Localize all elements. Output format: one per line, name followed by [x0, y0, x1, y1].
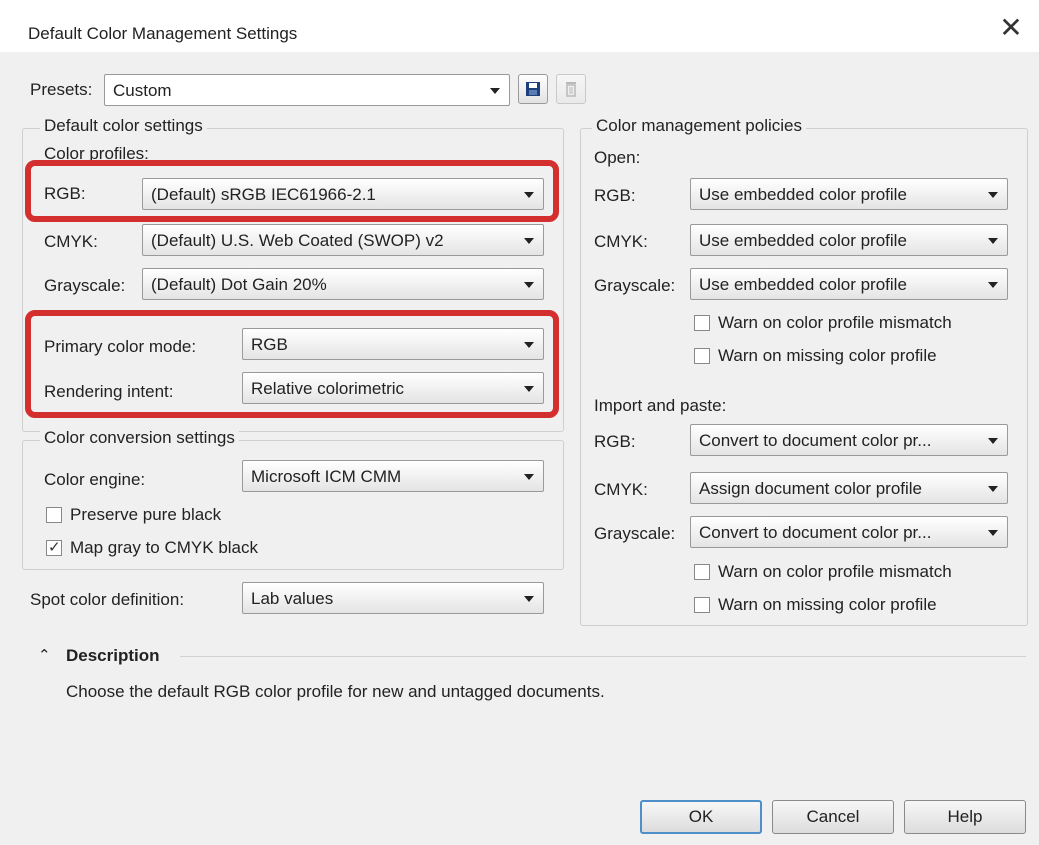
open-warn-missing-checkbox[interactable] [694, 348, 710, 364]
open-rgb-dropdown[interactable]: Use embedded color profile [690, 178, 1008, 210]
description-collapse-icon[interactable]: ⌃ [38, 646, 51, 664]
map-gray-checkbox[interactable]: ✓ [46, 539, 62, 556]
import-heading: Import and paste: [594, 396, 727, 415]
import-cmyk-label: CMYK: [594, 480, 648, 499]
chevron-down-icon [988, 438, 998, 444]
description-heading: Description [66, 646, 160, 665]
window-title: Default Color Management Settings [28, 24, 298, 43]
open-warn-mismatch-checkbox[interactable] [694, 315, 710, 331]
preserve-pure-black-label: Preserve pure black [70, 505, 222, 524]
open-cmyk-value: Use embedded color profile [699, 231, 907, 250]
ok-button[interactable]: OK [640, 800, 762, 834]
cmyk-profile-dropdown[interactable]: (Default) U.S. Web Coated (SWOP) v2 [142, 224, 544, 256]
spot-color-value: Lab values [251, 589, 334, 608]
open-cmyk-dropdown[interactable]: Use embedded color profile [690, 224, 1008, 256]
open-rgb-label: RGB: [594, 186, 636, 205]
trash-icon [566, 82, 576, 97]
presets-value: Custom [113, 81, 172, 100]
spot-color-dropdown[interactable]: Lab values [242, 582, 544, 614]
import-warn-missing-label: Warn on missing color profile [718, 595, 937, 614]
import-cmyk-value: Assign document color profile [699, 479, 923, 498]
map-gray-label: Map gray to CMYK black [70, 538, 259, 557]
import-grayscale-value: Convert to document color pr... [699, 523, 932, 542]
import-rgb-dropdown[interactable]: Convert to document color pr... [690, 424, 1008, 456]
presets-dropdown[interactable]: Custom [104, 74, 510, 106]
open-grayscale-label: Grayscale: [594, 276, 676, 295]
cancel-button[interactable]: Cancel [772, 800, 894, 834]
open-warn-mismatch-label: Warn on color profile mismatch [718, 313, 952, 332]
open-grayscale-dropdown[interactable]: Use embedded color profile [690, 268, 1008, 300]
open-heading: Open: [594, 148, 641, 167]
open-rgb-value: Use embedded color profile [699, 185, 907, 204]
import-rgb-label: RGB: [594, 432, 636, 451]
save-icon [526, 82, 540, 96]
chevron-down-icon [988, 238, 998, 244]
import-warn-missing-checkbox[interactable] [694, 597, 710, 613]
color-conversion-legend: Color conversion settings [40, 428, 239, 448]
chevron-down-icon [524, 282, 534, 288]
chevron-down-icon [524, 238, 534, 244]
rgb-highlight-box [25, 160, 559, 222]
grayscale-profile-dropdown[interactable]: (Default) Dot Gain 20% [142, 268, 544, 300]
help-button[interactable]: Help [904, 800, 1026, 834]
import-cmyk-dropdown[interactable]: Assign document color profile [690, 472, 1008, 504]
chevron-down-icon [988, 486, 998, 492]
policies-legend: Color management policies [592, 116, 806, 136]
close-icon[interactable]: ✕ [997, 14, 1025, 42]
description-separator [180, 656, 1026, 657]
import-warn-mismatch-label: Warn on color profile mismatch [718, 562, 952, 581]
grayscale-profile-label: Grayscale: [44, 276, 126, 295]
cmyk-profile-value: (Default) U.S. Web Coated (SWOP) v2 [151, 231, 444, 250]
import-warn-mismatch-checkbox[interactable] [694, 564, 710, 580]
open-grayscale-value: Use embedded color profile [699, 275, 907, 294]
chevron-down-icon [988, 282, 998, 288]
grayscale-profile-value: (Default) Dot Gain 20% [151, 275, 327, 294]
import-grayscale-dropdown[interactable]: Convert to document color pr... [690, 516, 1008, 548]
color-engine-label: Color engine: [44, 470, 146, 489]
chevron-down-icon [524, 474, 534, 480]
import-rgb-value: Convert to document color pr... [699, 431, 932, 450]
import-grayscale-label: Grayscale: [594, 524, 676, 543]
color-engine-dropdown[interactable]: Microsoft ICM CMM [242, 460, 544, 492]
chevron-down-icon [490, 88, 500, 94]
open-warn-missing-label: Warn on missing color profile [718, 346, 937, 365]
mode-intent-highlight-box [25, 310, 559, 418]
default-color-settings-legend: Default color settings [40, 116, 207, 136]
cmyk-profile-label: CMYK: [44, 232, 98, 251]
preserve-pure-black-checkbox[interactable] [46, 507, 62, 523]
title-bar: Default Color Management Settings ✕ [0, 0, 1039, 52]
open-cmyk-label: CMYK: [594, 232, 648, 251]
delete-preset-button[interactable] [556, 74, 586, 104]
description-text: Choose the default RGB color profile for… [66, 682, 605, 701]
save-preset-button[interactable] [518, 74, 548, 104]
spot-color-label: Spot color definition: [30, 590, 185, 609]
color-management-dialog: Default Color Management Settings ✕ Pres… [0, 0, 1039, 845]
chevron-down-icon [988, 530, 998, 536]
chevron-down-icon [988, 192, 998, 198]
presets-label: Presets: [30, 80, 93, 99]
chevron-down-icon [524, 596, 534, 602]
checkmark-icon: ✓ [48, 539, 61, 556]
color-engine-value: Microsoft ICM CMM [251, 467, 402, 486]
